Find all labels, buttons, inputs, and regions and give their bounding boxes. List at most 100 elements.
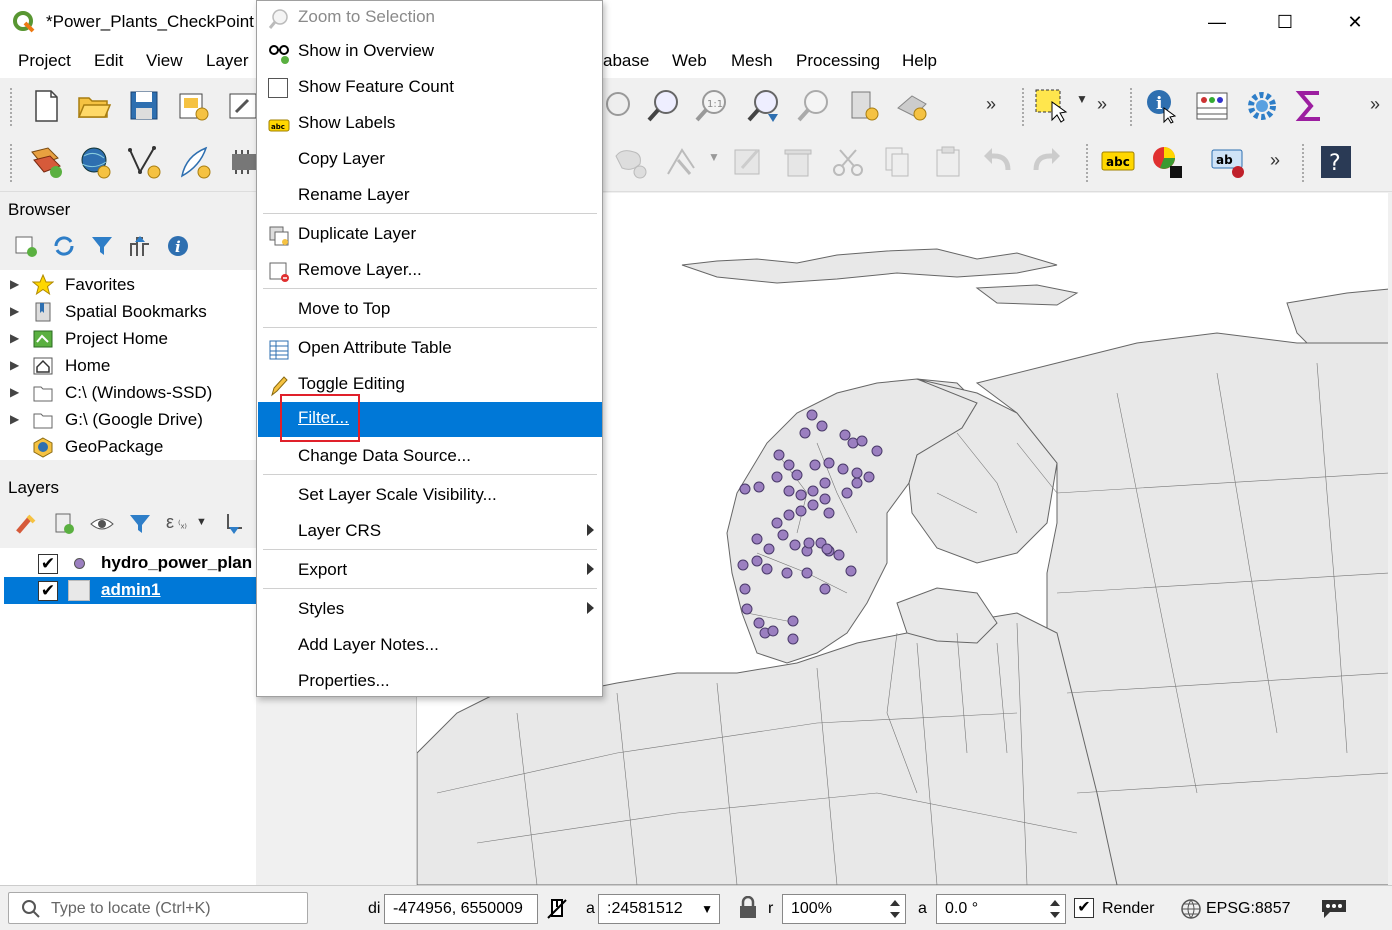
rotation-spinner-icon[interactable] (1047, 897, 1063, 921)
scale-dropdown-icon[interactable]: ▼ (701, 902, 713, 916)
cut-features-icon[interactable] (830, 144, 866, 180)
save-edits-icon[interactable] (730, 144, 766, 180)
menu-mesh[interactable]: Mesh (731, 51, 773, 71)
menu-item-duplicate-layer[interactable]: Duplicate Layer (258, 218, 602, 253)
menu-item-show-in-overview[interactable]: Show in Overview (258, 35, 602, 70)
toolbar-overflow-icon[interactable]: » (1370, 94, 1380, 115)
menu-web[interactable]: Web (672, 51, 707, 71)
new-map-view-icon[interactable] (894, 88, 930, 124)
expand-arrow-icon[interactable]: ▶ (10, 358, 19, 372)
menu-item-copy-layer[interactable]: Copy Layer (258, 143, 602, 178)
menu-processing[interactable]: Processing (796, 51, 880, 71)
magnifier-field[interactable]: 100% (782, 894, 906, 924)
pan-map-icon[interactable] (600, 88, 634, 124)
expand-all-icon[interactable] (222, 512, 246, 536)
menu-item-open-attribute-table[interactable]: Open Attribute Table (258, 332, 602, 367)
menu-item-remove-layer[interactable]: Remove Layer... (258, 254, 602, 289)
expand-arrow-icon[interactable]: ▶ (10, 331, 19, 345)
toolbar-grip[interactable] (1130, 88, 1134, 126)
layer-row-hydro-power-plants[interactable]: ✔ hydro_power_plan (4, 550, 256, 577)
filter-legend-icon[interactable] (128, 512, 152, 536)
layer-diagram-icon[interactable] (1150, 144, 1186, 180)
menu-database[interactable]: abase (603, 51, 649, 71)
browser-item-g-drive[interactable]: ▶ G:\ (Google Drive) (0, 407, 256, 434)
new-print-layout-icon[interactable] (176, 88, 212, 124)
browser-item-geopackage[interactable]: GeoPackage (0, 434, 256, 461)
zoom-in-icon[interactable] (646, 88, 682, 124)
attributes-table-icon[interactable] (1194, 88, 1230, 124)
menu-item-add-layer-notes[interactable]: Add Layer Notes... (258, 629, 602, 664)
collapse-all-icon[interactable] (128, 234, 152, 258)
menu-item-zoom-to-selection[interactable]: Zoom to Selection (258, 1, 602, 36)
toolbar-grip[interactable] (1302, 144, 1306, 182)
new-project-icon[interactable] (28, 88, 64, 124)
toolbar-grip[interactable] (10, 144, 14, 182)
add-selected-layers-icon[interactable] (14, 234, 38, 258)
new-geopackage-layer-icon[interactable] (76, 144, 112, 180)
zoom-native-icon[interactable]: 1:1 (694, 88, 730, 124)
menu-edit[interactable]: Edit (94, 51, 123, 71)
crs-label[interactable]: EPSG:8857 (1206, 900, 1291, 918)
open-project-icon[interactable] (76, 88, 112, 124)
layer-labeling-icon[interactable]: abc (1100, 144, 1136, 180)
menu-item-set-layer-scale-visibility[interactable]: Set Layer Scale Visibility... (258, 479, 602, 514)
toolbar-overflow-icon[interactable]: » (986, 94, 996, 115)
redo-icon[interactable] (1028, 144, 1064, 180)
layer-visibility-checkbox[interactable]: ✔ (38, 581, 58, 601)
toggle-extents-mouse-icon[interactable] (544, 896, 570, 922)
magnifier-spinner-icon[interactable] (887, 897, 903, 921)
filter-by-expression-icon[interactable]: ε ⁽ₓ₎ ▼ (164, 512, 207, 536)
filter-browser-icon[interactable] (90, 234, 114, 258)
layer-styling-icon[interactable] (14, 512, 38, 536)
menu-item-move-to-top[interactable]: Move to Top (258, 293, 602, 328)
layer-visibility-checkbox[interactable]: ✔ (38, 554, 58, 574)
messages-icon[interactable] (1320, 896, 1348, 920)
label-pin-icon[interactable]: ab (1210, 144, 1246, 180)
add-group-icon[interactable] (52, 512, 76, 536)
style-manager-icon[interactable] (226, 88, 256, 124)
expand-arrow-icon[interactable]: ▶ (10, 304, 19, 318)
toolbar-grip[interactable] (1086, 144, 1090, 182)
expand-arrow-icon[interactable]: ▶ (10, 412, 19, 426)
browser-item-spatial-bookmarks[interactable]: ▶ Spatial Bookmarks (0, 299, 256, 326)
menu-project[interactable]: Project (18, 51, 71, 71)
new-spatial-bookmark-icon[interactable] (846, 88, 882, 124)
vertex-dropdown-icon[interactable]: ▼ (708, 150, 720, 164)
help-icon[interactable]: ? (1318, 144, 1354, 180)
data-source-manager-icon[interactable] (28, 144, 64, 180)
zoom-next-icon[interactable] (796, 88, 832, 124)
close-button[interactable]: ✕ (1320, 0, 1390, 44)
manage-visibility-icon[interactable] (90, 512, 114, 536)
select-dropdown-icon[interactable]: ▼ (1076, 92, 1088, 106)
toolbar-grip[interactable] (10, 88, 14, 126)
expand-arrow-icon[interactable]: ▶ (10, 385, 19, 399)
render-checkbox[interactable]: ✔ (1074, 898, 1094, 918)
info-icon[interactable]: i (166, 234, 190, 258)
menu-item-styles[interactable]: Styles (258, 593, 602, 628)
menu-item-change-data-source[interactable]: Change Data Source... (258, 440, 602, 475)
lock-scale-icon[interactable] (738, 896, 758, 920)
scale-field[interactable]: :24581512 ▼ (598, 894, 720, 924)
browser-item-favorites[interactable]: ▶ Favorites (0, 272, 256, 299)
rotation-field[interactable]: 0.0 ° (936, 894, 1066, 924)
refresh-icon[interactable] (52, 234, 76, 258)
browser-item-home[interactable]: ▶ Home (0, 353, 256, 380)
toolbar-overflow-icon[interactable]: » (1270, 150, 1280, 171)
coordinate-field[interactable]: -474956, 6550009 (384, 894, 538, 924)
current-edits-icon[interactable] (612, 144, 648, 180)
toolbar-grip[interactable] (1022, 88, 1026, 126)
menu-item-rename-layer[interactable]: Rename Layer (258, 179, 602, 214)
crs-globe-icon[interactable] (1180, 898, 1202, 920)
menu-item-export[interactable]: Export (258, 554, 602, 589)
browser-item-project-home[interactable]: ▶ Project Home (0, 326, 256, 353)
layer-row-admin1[interactable]: ✔ admin1 (4, 577, 256, 604)
paste-features-icon[interactable] (930, 144, 966, 180)
menu-view[interactable]: View (146, 51, 183, 71)
feature-count-checkbox[interactable] (268, 78, 288, 98)
copy-features-icon[interactable] (880, 144, 916, 180)
toolbar-overflow-icon[interactable]: » (1097, 94, 1107, 115)
menu-item-properties[interactable]: Properties... (258, 665, 602, 700)
undo-icon[interactable] (980, 144, 1016, 180)
delete-selected-icon[interactable] (780, 144, 816, 180)
zoom-last-icon[interactable] (746, 88, 782, 124)
